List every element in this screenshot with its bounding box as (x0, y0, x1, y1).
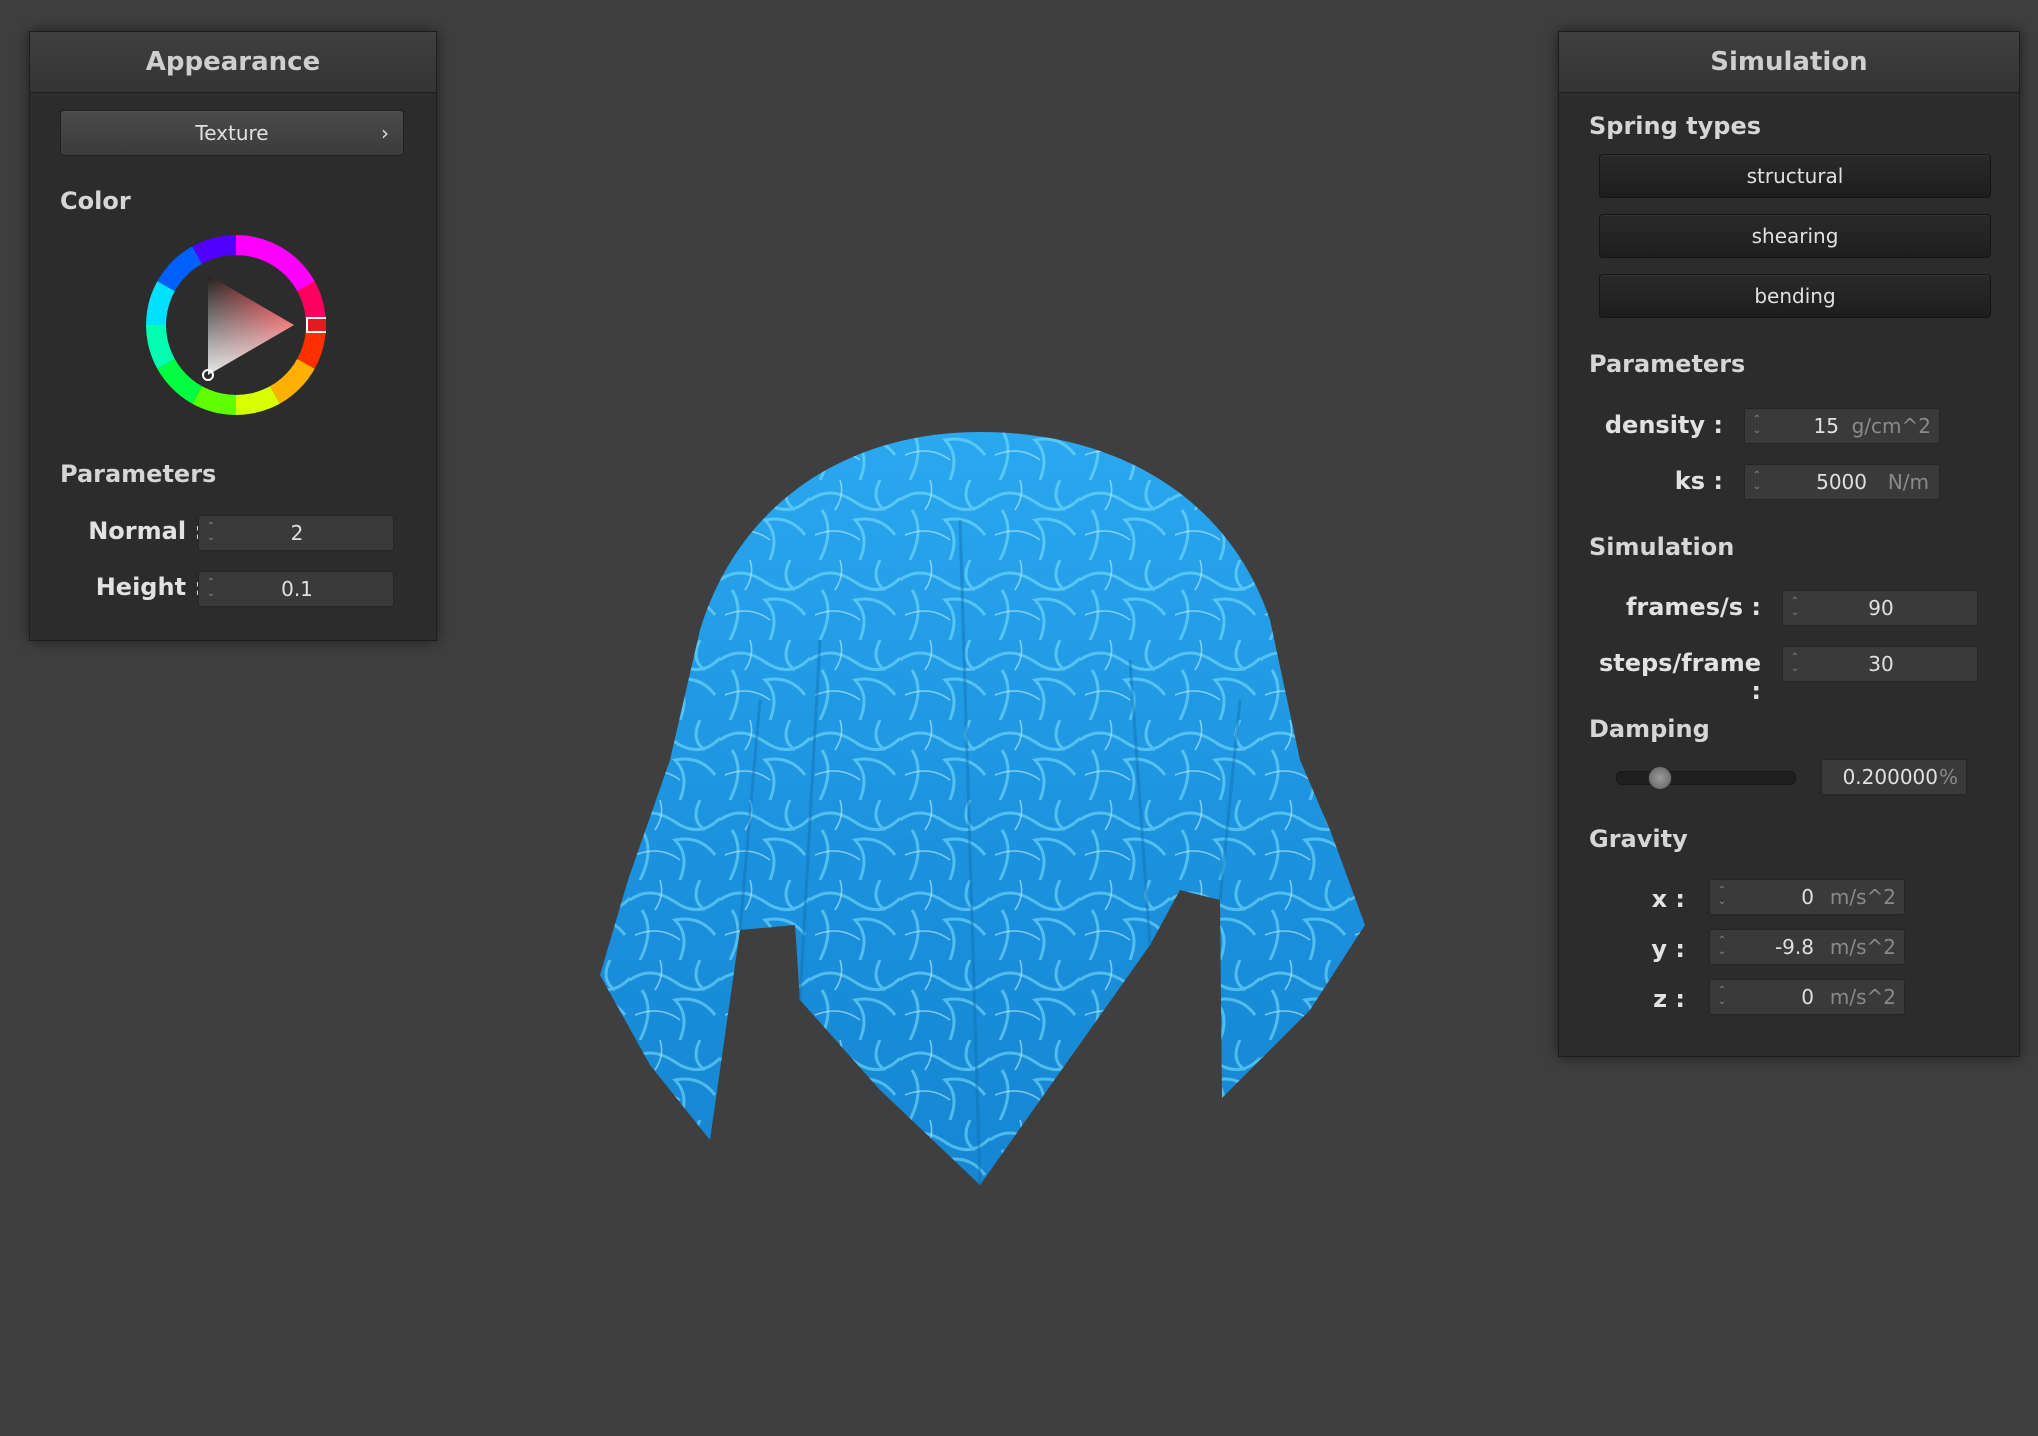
gravity-x-input[interactable]: ⌃ ⌄ 0 m/s^2 (1709, 879, 1905, 915)
ks-value: 5000 (1816, 470, 1867, 494)
damping-value: 0.200000 (1842, 765, 1938, 789)
fps-input[interactable]: ⌃ ⌄ 90 (1782, 590, 1978, 626)
density-unit: g/cm^2 (1851, 414, 1931, 438)
normal-input[interactable]: ⌃ ⌄ 2 (198, 515, 394, 551)
simulation-section-label: Simulation (1589, 533, 1735, 561)
steps-input[interactable]: ⌃ ⌄ 30 (1782, 646, 1978, 682)
spinner-icon[interactable]: ⌃ ⌄ (1716, 935, 1728, 961)
spinner-icon[interactable]: ⌃ ⌄ (1751, 414, 1763, 440)
gravity-y-unit: m/s^2 (1829, 935, 1896, 959)
spinner-icon[interactable]: ⌃ ⌄ (1716, 985, 1728, 1011)
cloth-mesh (600, 432, 1365, 1186)
normal-value: 2 (290, 521, 304, 545)
structural-button[interactable]: structural (1599, 154, 1991, 198)
bending-button[interactable]: bending (1599, 274, 1991, 318)
gravity-y-label: y : (1651, 935, 1685, 963)
appearance-panel: Appearance Texture › Color Parameters No… (29, 31, 437, 641)
gravity-z-unit: m/s^2 (1829, 985, 1896, 1009)
spring-types-label: Spring types (1589, 112, 1762, 140)
gravity-x-unit: m/s^2 (1829, 885, 1896, 909)
fps-value: 90 (1868, 596, 1894, 620)
gravity-x-label: x : (1651, 885, 1685, 913)
ks-input[interactable]: ⌃ ⌄ 5000 N/m (1744, 464, 1940, 500)
texture-button[interactable]: Texture › (60, 110, 404, 156)
spinner-icon[interactable]: ⌃ ⌄ (1716, 885, 1728, 911)
damping-unit: % (1938, 765, 1958, 789)
sim-params-label: Parameters (1589, 350, 1746, 378)
spinner-icon[interactable]: ⌃ ⌄ (1751, 470, 1763, 496)
height-input[interactable]: ⌃ ⌄ 0.1 (198, 571, 394, 607)
gravity-z-input[interactable]: ⌃ ⌄ 0 m/s^2 (1709, 979, 1905, 1015)
color-wheel[interactable] (146, 235, 326, 415)
damping-slider[interactable] (1616, 766, 1796, 790)
steps-value: 30 (1868, 652, 1894, 676)
color-label: Color (60, 187, 131, 215)
damping-label: Damping (1589, 715, 1710, 743)
chevron-right-icon: › (381, 121, 389, 145)
shearing-button[interactable]: shearing (1599, 214, 1991, 258)
density-input[interactable]: ⌃ ⌄ 15 g/cm^2 (1744, 408, 1940, 444)
ks-label: ks : (1674, 467, 1723, 495)
density-label: density : (1604, 411, 1723, 439)
gravity-z-label: z : (1653, 985, 1685, 1013)
gravity-label: Gravity (1589, 825, 1688, 853)
gravity-z-value: 0 (1801, 985, 1814, 1009)
fps-label: frames/s : (1625, 593, 1761, 621)
density-value: 15 (1813, 414, 1839, 438)
height-label: Height : (95, 573, 204, 601)
normal-label: Normal : (88, 517, 204, 545)
gravity-y-input[interactable]: ⌃ ⌄ -9.8 m/s^2 (1709, 929, 1905, 965)
texture-button-label: Texture (195, 121, 269, 145)
appearance-params-label: Parameters (60, 460, 217, 488)
damping-input[interactable]: 0.200000 % (1821, 759, 1967, 795)
hue-ring-handle (306, 317, 326, 333)
steps-label: steps/frame : (1598, 649, 1761, 705)
appearance-title: Appearance (30, 32, 436, 93)
gravity-x-value: 0 (1801, 885, 1814, 909)
simulation-panel: Simulation Spring types structural shear… (1558, 31, 2020, 1057)
gravity-y-value: -9.8 (1774, 935, 1814, 959)
ks-unit: N/m (1887, 470, 1929, 494)
height-value: 0.1 (281, 577, 313, 601)
simulation-title: Simulation (1559, 32, 2019, 93)
damping-slider-handle[interactable] (1648, 766, 1673, 790)
